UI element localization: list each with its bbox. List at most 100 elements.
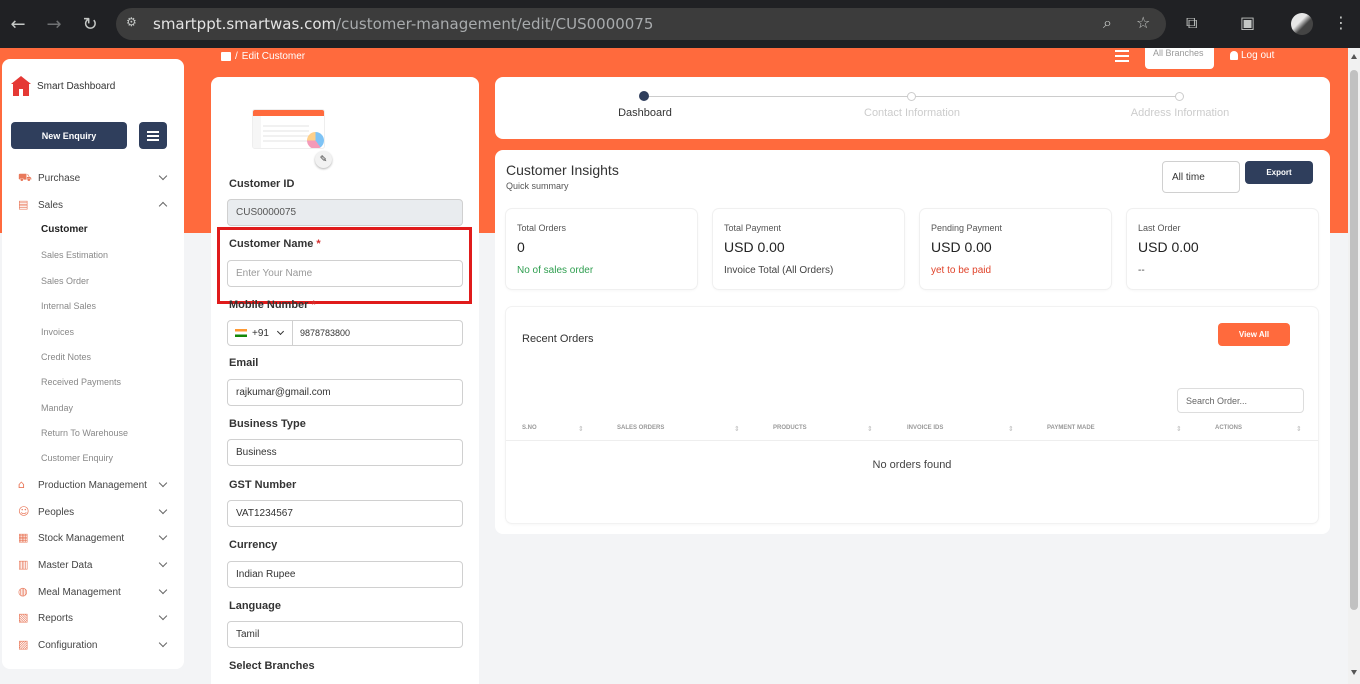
home-icon[interactable] (221, 52, 231, 61)
email-label: Email (229, 357, 259, 369)
profile-avatar[interactable] (1291, 13, 1313, 35)
sidebar-item-stock-management[interactable]: ▦ Stock Management (2, 527, 184, 549)
column-products[interactable]: PRODUCTS (773, 425, 807, 431)
chevron-down-icon (158, 611, 168, 621)
order-search-input[interactable] (1177, 388, 1304, 413)
customer-id-field[interactable] (227, 199, 463, 226)
insights-subtitle: Quick summary (506, 181, 569, 191)
customer-form: ✎ Customer ID Customer Name * Mobile Num… (211, 77, 479, 684)
insights-title: Customer Insights (506, 162, 619, 178)
email-field[interactable] (227, 379, 463, 406)
column-sales-orders[interactable]: SALES ORDERS (617, 425, 664, 431)
column-actions[interactable]: ACTIONS (1215, 425, 1242, 431)
column-invoice-ids[interactable]: INVOICE IDS (907, 425, 943, 431)
sidebar-sub-customer-enquiry[interactable]: Customer Enquiry (41, 453, 113, 463)
sidebar-sub-manday[interactable]: Manday (41, 403, 73, 413)
chevron-down-icon (158, 585, 168, 595)
sidebar-toggle-button[interactable] (139, 122, 167, 149)
logout-link[interactable]: Log out (1230, 50, 1274, 61)
step-dashboard[interactable]: Dashboard (618, 107, 672, 119)
language-field[interactable] (227, 621, 463, 648)
customer-name-field[interactable] (227, 260, 463, 287)
sidebar-item-reports[interactable]: ▧ Reports (2, 607, 184, 629)
sidebar-sub-return-to-warehouse[interactable]: Return To Warehouse (41, 428, 128, 438)
orders-table-header: S.NO ⇕ SALES ORDERS ⇕ PRODUCTS ⇕ INVOICE… (506, 419, 1318, 441)
site-settings-icon[interactable]: ⚙ (126, 15, 144, 33)
stat-pending-payment: Pending Payment USD 0.00 yet to be paid (920, 209, 1111, 289)
sidebar-item-meal-management[interactable]: ◍ Meal Management (2, 581, 184, 603)
new-enquiry-button[interactable]: New Enquiry (11, 122, 127, 149)
scrollbar-thumb[interactable] (1350, 70, 1358, 610)
sort-icon[interactable]: ⇕ (1008, 425, 1014, 433)
config-icon: ▨ (18, 638, 29, 651)
pencil-icon[interactable]: ✎ (315, 151, 332, 168)
scroll-up-icon[interactable] (1351, 54, 1357, 59)
customer-id-label: Customer ID (229, 178, 295, 190)
language-label: Language (229, 600, 281, 612)
chevron-down-icon (276, 327, 285, 336)
step-dot-dashboard[interactable] (639, 91, 649, 101)
tab-search-icon[interactable]: ▣ (1240, 13, 1255, 32)
chevron-up-icon (158, 201, 168, 211)
sidebar-sub-customer[interactable]: Customer (41, 224, 88, 235)
address-bar[interactable]: ⚙ smartppt.smartwas.com/customer-managem… (116, 8, 1166, 40)
column-sno[interactable]: S.NO (522, 425, 537, 431)
sidebar-sub-sales-estimation[interactable]: Sales Estimation (41, 250, 108, 260)
column-payment-made[interactable]: PAYMENT MADE (1047, 425, 1095, 431)
sort-icon[interactable]: ⇕ (734, 425, 740, 433)
view-all-button[interactable]: View All (1218, 323, 1290, 346)
sort-icon[interactable]: ⇕ (1176, 425, 1182, 433)
step-address-information[interactable]: Address Information (1131, 107, 1229, 119)
step-contact-information[interactable]: Contact Information (864, 107, 960, 119)
time-filter-select[interactable]: All time (1162, 161, 1240, 193)
step-dot-contact[interactable] (907, 92, 916, 101)
chevron-down-icon (158, 505, 168, 515)
scroll-down-icon[interactable] (1351, 670, 1357, 675)
sidebar-sub-invoices[interactable]: Invoices (41, 327, 74, 337)
sidebar-item-configuration[interactable]: ▨ Configuration (2, 634, 184, 656)
page-scrollbar[interactable] (1348, 48, 1360, 684)
gst-number-field[interactable] (227, 500, 463, 527)
sidebar-item-production-management[interactable]: ⌂ Production Management (2, 474, 184, 496)
people-icon: ☺ (18, 505, 30, 518)
reload-icon[interactable]: ↻ (78, 12, 102, 36)
india-flag-icon (235, 329, 247, 337)
sidebar-item-peoples[interactable]: ☺ Peoples (2, 501, 184, 523)
country-code-select[interactable]: +91 (227, 320, 293, 346)
stat-last-order: Last Order USD 0.00 -- (1127, 209, 1318, 289)
business-type-field[interactable] (227, 439, 463, 466)
mobile-number-field[interactable]: 9878783800 (293, 320, 463, 346)
box-icon: ▦ (18, 531, 29, 544)
sort-icon[interactable]: ⇕ (578, 425, 584, 433)
sort-icon[interactable]: ⇕ (1296, 425, 1302, 433)
more-menu-icon[interactable]: ⋮ (1333, 13, 1349, 32)
recent-orders-panel: Recent Orders View All S.NO ⇕ SALES ORDE… (506, 307, 1318, 523)
brand[interactable]: Smart Dashboard (11, 76, 115, 96)
url-text: smartppt.smartwas.com/customer-managemen… (153, 15, 654, 33)
branch-selector[interactable]: All Branches (1145, 48, 1214, 69)
step-dot-address[interactable] (1175, 92, 1184, 101)
sidebar-sub-sales-order[interactable]: Sales Order (41, 276, 89, 286)
sidebar-item-master-data[interactable]: ▥ Master Data (2, 554, 184, 576)
chevron-down-icon (158, 171, 168, 181)
extensions-icon[interactable]: ⧉ (1186, 13, 1197, 33)
table-icon: ▥ (18, 558, 29, 571)
sort-icon[interactable]: ⇕ (867, 425, 873, 433)
currency-field[interactable] (227, 561, 463, 588)
zoom-icon[interactable]: ⌕ (1103, 13, 1112, 33)
export-button[interactable]: Export (1245, 161, 1313, 184)
back-icon[interactable]: ← (6, 12, 30, 36)
sidebar-item-sales[interactable]: ▤ Sales (2, 194, 184, 216)
cart-icon: ⛟ (18, 171, 32, 184)
forward-icon[interactable]: → (42, 12, 66, 36)
form-stepper: Dashboard Contact Information Address In… (495, 77, 1330, 139)
customer-image-preview (252, 109, 325, 149)
factory-icon: ⌂ (18, 478, 25, 491)
hamburger-icon[interactable] (1115, 50, 1129, 62)
sidebar-sub-internal-sales[interactable]: Internal Sales (41, 301, 96, 311)
sidebar-sub-credit-notes[interactable]: Credit Notes (41, 352, 91, 362)
chevron-down-icon (158, 478, 168, 488)
sidebar-item-purchase[interactable]: ⛟ Purchase (2, 167, 184, 189)
bookmark-star-icon[interactable]: ☆ (1136, 13, 1150, 32)
sidebar-sub-received-payments[interactable]: Received Payments (41, 377, 121, 387)
